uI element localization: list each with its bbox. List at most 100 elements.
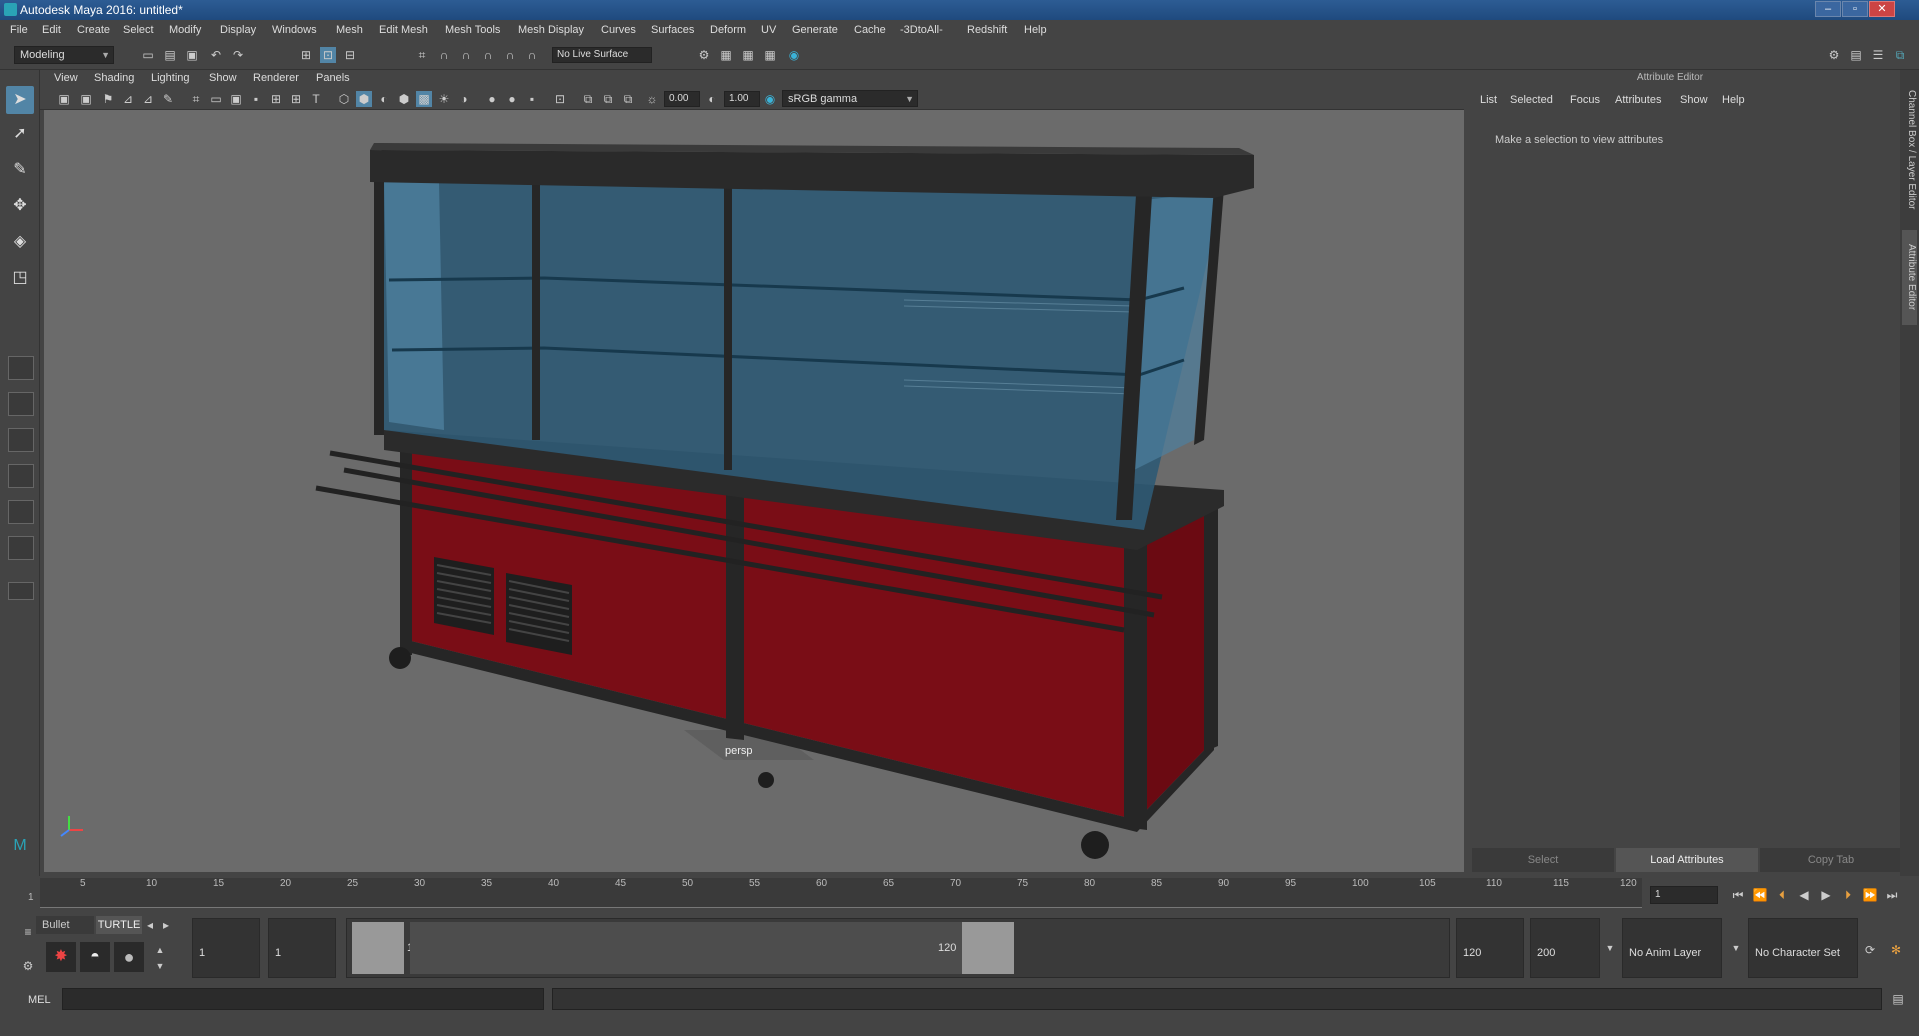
persp-outliner-layout-icon[interactable]	[8, 428, 34, 452]
channel-box-tab[interactable]: Channel Box / Layer Editor	[1902, 80, 1917, 220]
range-start-handle[interactable]	[352, 922, 404, 974]
play-forwards-icon[interactable]: ▶	[1818, 887, 1834, 903]
menu-uv[interactable]: UV	[761, 24, 776, 36]
persp-hypershade-layout-icon[interactable]	[8, 500, 34, 524]
wireframe-icon[interactable]: ⬡	[336, 91, 352, 107]
menu-redshift[interactable]: Redshift	[967, 24, 1007, 36]
start-time-field[interactable]: 1	[192, 918, 260, 978]
resolution-gate-icon[interactable]: ▣	[228, 91, 244, 107]
anim-layer-dropdown[interactable]: No Anim Layer	[1622, 918, 1722, 978]
snap-point-icon[interactable]: ∩	[458, 47, 474, 63]
menu-windows[interactable]: Windows	[272, 24, 317, 36]
menu-surfaces[interactable]: Surfaces	[651, 24, 694, 36]
snap-live-icon[interactable]: ∩	[524, 47, 540, 63]
rotate-tool-icon[interactable]: ◈	[6, 228, 34, 256]
lasso-tool-icon[interactable]: ➚	[6, 120, 34, 148]
film-gate-icon[interactable]: ▭	[208, 91, 224, 107]
step-back-frame-icon[interactable]: ⏴	[1774, 887, 1790, 903]
bookmark-icon[interactable]: ⚑	[100, 91, 116, 107]
sphere-material-icon[interactable]: ●	[114, 942, 144, 972]
attribute-editor-toggle-icon[interactable]: ⧉	[1892, 47, 1908, 63]
panel-layout-icon[interactable]: ▤	[1848, 47, 1864, 63]
menu-select[interactable]: Select	[123, 24, 154, 36]
smooth-shade-icon[interactable]: ⬢	[356, 91, 372, 107]
snap-surface-icon[interactable]: ∩	[502, 47, 518, 63]
menu-generate[interactable]: Generate	[792, 24, 838, 36]
select-tool-icon[interactable]: ➤	[6, 86, 34, 114]
snap-view-icon[interactable]: ∩	[480, 47, 496, 63]
use-all-lights-icon[interactable]: ☀	[436, 91, 452, 107]
image-plane-icon[interactable]: ⊿	[120, 91, 136, 107]
use-default-material-icon[interactable]: ◐	[376, 91, 392, 107]
color-management-icon[interactable]: ◉	[762, 91, 778, 107]
menu-curves[interactable]: Curves	[601, 24, 636, 36]
turtle-bake-icon[interactable]: ◓	[80, 942, 110, 972]
ae-menu-help[interactable]: Help	[1722, 94, 1745, 106]
view-transform-dropdown[interactable]: sRGB gamma ▼	[782, 90, 918, 107]
ae-copy-tab-button[interactable]: Copy Tab	[1760, 848, 1902, 872]
save-scene-icon[interactable]: ▣	[184, 47, 200, 63]
menu-3dtoall[interactable]: -3DtoAll-	[900, 24, 943, 36]
select-component-icon[interactable]: ⊟	[342, 47, 358, 63]
menu-help[interactable]: Help	[1024, 24, 1047, 36]
2d-pan-zoom-icon[interactable]: ⊿	[140, 91, 156, 107]
workspace-icon[interactable]: ⚙	[1826, 47, 1842, 63]
persp-uv-layout-icon[interactable]	[8, 536, 34, 560]
render-view-icon[interactable]: ▦	[762, 47, 778, 63]
xray-icon[interactable]: ⧉	[580, 91, 596, 107]
camera-attributes-icon[interactable]: ▣	[78, 91, 94, 107]
outliner-icon[interactable]: ☰	[1870, 47, 1886, 63]
undo-icon[interactable]: ↶	[208, 47, 224, 63]
close-button[interactable]: ✕	[1869, 1, 1895, 17]
current-frame-field[interactable]: 1	[1650, 886, 1718, 904]
grease-pencil-icon[interactable]: ✎	[160, 91, 176, 107]
menu-mesh-display[interactable]: Mesh Display	[518, 24, 584, 36]
render-settings-icon[interactable]: ⚙	[696, 47, 712, 63]
menu-set-dropdown[interactable]: Modeling ▼	[14, 46, 114, 64]
chevron-down-icon[interactable]: ▼	[1602, 940, 1618, 956]
redo-icon[interactable]: ↷	[230, 47, 246, 63]
menu-edit-mesh[interactable]: Edit Mesh	[379, 24, 428, 36]
motion-blur-icon[interactable]: ●	[504, 91, 520, 107]
ae-menu-selected[interactable]: Selected	[1510, 94, 1553, 106]
menu-mesh-tools[interactable]: Mesh Tools	[445, 24, 500, 36]
four-view-layout-icon[interactable]	[8, 392, 34, 416]
auto-key-icon[interactable]: ⟳	[1862, 942, 1878, 958]
ae-select-button[interactable]: Select	[1472, 848, 1614, 872]
shelf-scroll-left-icon[interactable]: ◂	[142, 917, 158, 933]
open-scene-icon[interactable]: ▤	[162, 47, 178, 63]
chevron-down-icon[interactable]: ▼	[1728, 940, 1744, 956]
shelf-scroll-right-icon[interactable]: ▸	[158, 917, 174, 933]
exposure-field[interactable]: 0.00	[664, 91, 700, 107]
go-to-start-icon[interactable]: ⏮	[1730, 887, 1746, 903]
script-editor-icon[interactable]: ▤	[1890, 991, 1906, 1007]
step-back-key-icon[interactable]: ⏪	[1752, 887, 1768, 903]
textured-icon[interactable]: ▩	[416, 91, 432, 107]
shelf-up-icon[interactable]: ▲	[152, 942, 168, 958]
exposure-icon[interactable]: ☼	[644, 91, 660, 107]
ae-load-attributes-button[interactable]: Load Attributes	[1616, 848, 1758, 872]
menu-create[interactable]: Create	[77, 24, 110, 36]
step-forward-frame-icon[interactable]: ⏵	[1840, 887, 1856, 903]
paint-select-tool-icon[interactable]: ✎	[6, 156, 34, 184]
hypershade-icon[interactable]: ◉	[786, 47, 802, 63]
character-set-dropdown[interactable]: No Character Set	[1748, 918, 1858, 978]
grid-icon[interactable]: ⌗	[188, 91, 204, 107]
animation-preferences-icon[interactable]: ✻	[1888, 942, 1904, 958]
select-hierarchy-icon[interactable]: ⊞	[298, 47, 314, 63]
menu-display[interactable]: Display	[220, 24, 256, 36]
ipr-render-icon[interactable]: ▦	[740, 47, 756, 63]
time-ruler[interactable]: 1 5 10 15 20 25 30 35 40 45 50 55 60 65 …	[28, 878, 1642, 908]
safe-action-icon[interactable]: ⊞	[288, 91, 304, 107]
panel-menu-lighting[interactable]: Lighting	[151, 72, 190, 84]
range-end-handle[interactable]	[962, 922, 1014, 974]
camera-icon[interactable]: ▣	[56, 91, 72, 107]
gamma-icon[interactable]: ◐	[704, 91, 720, 107]
ae-menu-focus[interactable]: Focus	[1570, 94, 1600, 106]
xray-components-icon[interactable]: ⧉	[620, 91, 636, 107]
perspective-viewport[interactable]	[44, 110, 1464, 872]
menu-mesh[interactable]: Mesh	[336, 24, 363, 36]
attribute-editor-tab[interactable]: Attribute Editor	[1902, 230, 1917, 325]
render-frame-icon[interactable]: ▦	[718, 47, 734, 63]
shelf-menu-icon[interactable]: ≡	[20, 924, 36, 940]
